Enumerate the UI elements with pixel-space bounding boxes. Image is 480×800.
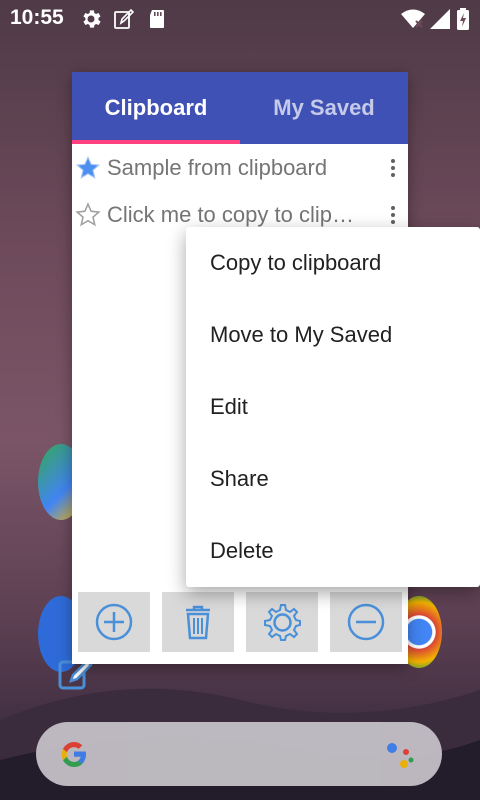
item-context-menu: Copy to clipboard Move to My Saved Edit …	[186, 227, 480, 587]
menu-share[interactable]: Share	[186, 443, 480, 515]
clip-text: Click me to copy to clipboard	[107, 202, 362, 227]
tab-bar: Clipboard My Saved	[72, 72, 408, 144]
add-button[interactable]	[78, 592, 150, 652]
remove-button[interactable]	[330, 592, 402, 652]
menu-delete[interactable]: Delete	[186, 515, 480, 587]
star-outline-icon[interactable]	[75, 202, 101, 228]
edit-note-icon	[114, 8, 135, 29]
trash-icon	[186, 605, 210, 640]
menu-move-to-my-saved[interactable]: Move to My Saved	[186, 299, 480, 371]
tab-my-saved[interactable]: My Saved	[240, 72, 408, 144]
tab-clipboard[interactable]: Clipboard	[72, 72, 240, 144]
star-filled-icon[interactable]	[75, 155, 101, 181]
battery-charging-icon	[457, 8, 469, 30]
menu-edit[interactable]: Edit	[186, 371, 480, 443]
sd-card-icon	[150, 10, 164, 28]
remove-icon	[347, 603, 385, 641]
tab-indicator	[72, 140, 240, 144]
status-bar: 10:55	[0, 0, 480, 38]
more-vert-icon[interactable]	[388, 204, 398, 226]
settings-icon	[264, 604, 301, 641]
menu-copy-to-clipboard[interactable]: Copy to clipboard	[186, 227, 480, 299]
google-logo-icon	[61, 742, 86, 767]
wifi-icon	[401, 9, 425, 28]
cell-signal-icon	[430, 9, 450, 29]
delete-all-button[interactable]	[162, 592, 234, 652]
status-time: 10:55	[10, 6, 64, 29]
add-icon	[95, 603, 133, 641]
assistant-dots-icon[interactable]	[382, 738, 416, 772]
more-vert-icon[interactable]	[388, 157, 398, 179]
gear-icon	[83, 10, 101, 28]
settings-button[interactable]	[246, 592, 318, 652]
clip-list-item[interactable]: Sample from clipboard	[72, 145, 408, 191]
clip-text: Sample from clipboard	[107, 155, 328, 180]
google-search-bar[interactable]	[36, 722, 442, 786]
